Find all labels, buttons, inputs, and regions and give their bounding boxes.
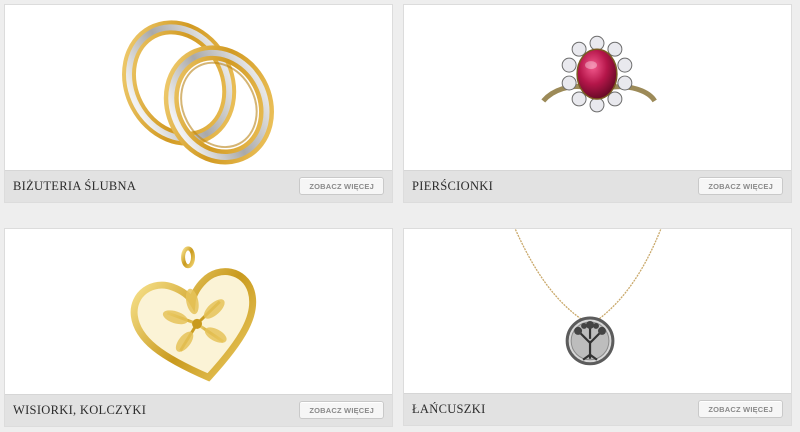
category-card-pendants-earrings[interactable]: WISIORKI, KOLCZYKI ZOBACZ WIĘCEJ bbox=[4, 228, 393, 427]
card-footer: ŁAŃCUSZKI ZOBACZ WIĘCEJ bbox=[404, 393, 791, 425]
ruby-ring-icon[interactable] bbox=[404, 5, 791, 172]
card-footer: BIŻUTERIA ŚLUBNA ZOBACZ WIĘCEJ bbox=[5, 170, 392, 202]
category-card-chains[interactable]: ŁAŃCUSZKI ZOBACZ WIĘCEJ bbox=[403, 228, 792, 426]
tree-pendant-necklace-icon[interactable] bbox=[404, 229, 791, 396]
see-more-button[interactable]: ZOBACZ WIĘCEJ bbox=[698, 177, 783, 195]
wedding-rings-icon[interactable] bbox=[5, 5, 392, 172]
category-title[interactable]: WISIORKI, KOLCZYKI bbox=[13, 403, 146, 418]
card-footer: WISIORKI, KOLCZYKI ZOBACZ WIĘCEJ bbox=[5, 394, 392, 426]
category-card-wedding-jewelry[interactable]: BIŻUTERIA ŚLUBNA ZOBACZ WIĘCEJ bbox=[4, 4, 393, 203]
see-more-button[interactable]: ZOBACZ WIĘCEJ bbox=[698, 400, 783, 418]
category-grid: BIŻUTERIA ŚLUBNA ZOBACZ WIĘCEJ PIERŚCION… bbox=[0, 0, 800, 432]
category-title[interactable]: PIERŚCIONKI bbox=[412, 179, 493, 194]
card-footer: PIERŚCIONKI ZOBACZ WIĘCEJ bbox=[404, 170, 791, 202]
category-title[interactable]: BIŻUTERIA ŚLUBNA bbox=[13, 179, 136, 194]
heart-pendant-icon[interactable] bbox=[5, 229, 392, 396]
category-title[interactable]: ŁAŃCUSZKI bbox=[412, 402, 486, 417]
see-more-button[interactable]: ZOBACZ WIĘCEJ bbox=[299, 401, 384, 419]
category-card-rings[interactable]: PIERŚCIONKI ZOBACZ WIĘCEJ bbox=[403, 4, 792, 203]
see-more-button[interactable]: ZOBACZ WIĘCEJ bbox=[299, 177, 384, 195]
